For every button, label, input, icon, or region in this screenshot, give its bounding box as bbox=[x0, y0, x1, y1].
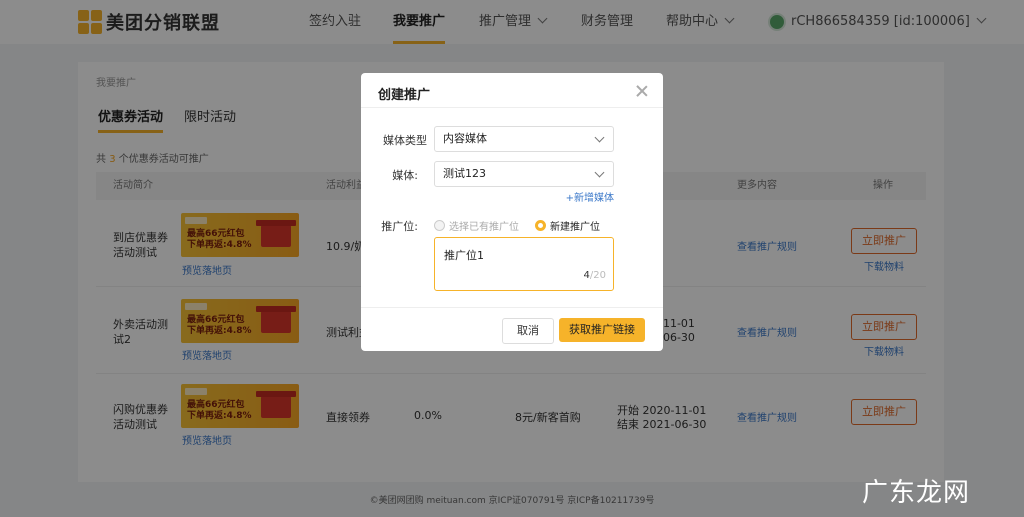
radio-existing-slot[interactable]: 选择已有推广位 bbox=[434, 218, 519, 233]
dialog-footer-divider bbox=[361, 307, 663, 308]
slot-label: 推广位: bbox=[381, 220, 418, 233]
media-value: 测试123 bbox=[443, 167, 486, 180]
add-media-link[interactable]: +新增媒体 bbox=[566, 189, 614, 204]
chevron-down-icon bbox=[594, 167, 605, 178]
media-type-value: 内容媒体 bbox=[443, 132, 487, 145]
dialog-title: 创建推广 bbox=[378, 88, 431, 103]
create-promotion-dialog: 创建推广 媒体类型 内容媒体 媒体: 测试123 +新增媒体 推广位: 选择已有… bbox=[361, 73, 663, 351]
media-type-label: 媒体类型 bbox=[383, 134, 427, 147]
slot-name-value: 推广位1 bbox=[444, 249, 484, 262]
char-counter: 4/20 bbox=[583, 270, 606, 281]
dialog-divider bbox=[361, 107, 663, 108]
chevron-down-icon bbox=[594, 132, 605, 143]
slot-name-textarea[interactable]: 推广位1 4/20 bbox=[434, 237, 614, 291]
get-link-button[interactable]: 获取推广链接 bbox=[559, 318, 645, 342]
close-icon[interactable] bbox=[635, 84, 649, 98]
media-label: 媒体: bbox=[392, 169, 418, 182]
cancel-button[interactable]: 取消 bbox=[502, 318, 554, 344]
radio-new-slot[interactable]: 新建推广位 bbox=[535, 218, 600, 233]
media-select[interactable]: 测试123 bbox=[434, 161, 614, 187]
media-type-select[interactable]: 内容媒体 bbox=[434, 126, 614, 152]
watermark-text: 广东龙网 bbox=[862, 478, 971, 508]
